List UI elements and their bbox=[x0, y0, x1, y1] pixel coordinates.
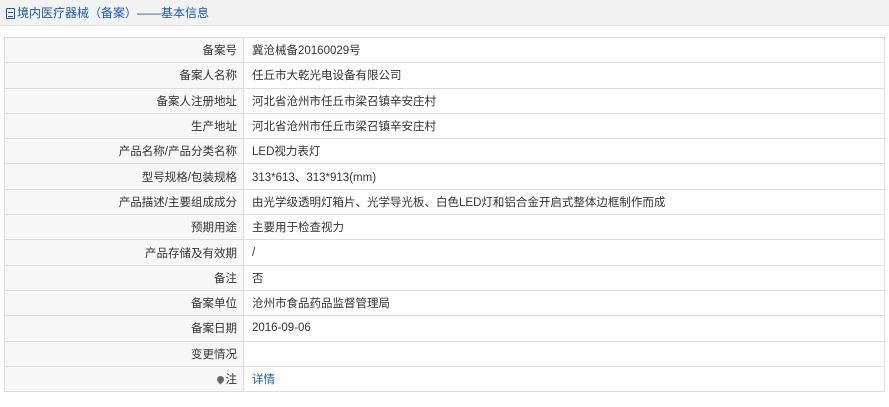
note-label-cell: 注 bbox=[4, 365, 244, 393]
row-label: 备案单位 bbox=[4, 289, 244, 317]
row-label: 产品存储及有效期 bbox=[4, 239, 244, 266]
info-table-container: 备案号 冀沧械备20160029号 备案人名称 任丘市大乾光电设备有限公司 备案… bbox=[4, 36, 885, 393]
table-row: 备案号 冀沧械备20160029号 bbox=[4, 36, 885, 64]
row-label: 预期用途 bbox=[4, 214, 244, 241]
row-value: 2016-09-06 bbox=[243, 315, 885, 342]
table-row: 备案单位 沧州市食品药品监督管理局 bbox=[4, 289, 885, 317]
pin-icon bbox=[215, 374, 225, 385]
row-value: 河北省沧州市任丘市梁召镇辛安庄村 bbox=[243, 87, 885, 114]
row-label: 产品名称/产品分类名称 bbox=[4, 138, 244, 165]
table-row: 变更情况 bbox=[4, 340, 885, 367]
table-row: 预期用途 主要用于检查视力 bbox=[4, 214, 885, 241]
table-row: 产品名称/产品分类名称 LED视力表灯 bbox=[4, 138, 885, 165]
row-label: 备案日期 bbox=[4, 315, 244, 342]
row-value: 主要用于检查视力 bbox=[243, 214, 885, 241]
row-label: 备案人注册地址 bbox=[4, 87, 244, 114]
table-row: 生产地址 河北省沧州市任丘市梁召镇辛安庄村 bbox=[4, 112, 885, 140]
row-value: 沧州市食品药品监督管理局 bbox=[243, 289, 885, 317]
note-label: 注 bbox=[225, 374, 238, 386]
page-title-bar: 境内医疗器械（备案）——基本信息 bbox=[0, 0, 889, 26]
row-label: 备案人名称 bbox=[4, 62, 244, 89]
table-row: 备案人注册地址 河北省沧州市任丘市梁召镇辛安庄村 bbox=[4, 87, 885, 114]
row-label: 备注 bbox=[4, 264, 244, 291]
page-title: 境内医疗器械（备案） bbox=[17, 6, 138, 20]
row-value: 由光学级透明灯箱片、光学导光板、白色LED灯和铝合金开启式整体边框制作而成 bbox=[243, 188, 885, 216]
table-row: 产品存储及有效期 / bbox=[4, 239, 885, 266]
table-row: 备案人名称 任丘市大乾光电设备有限公司 bbox=[4, 62, 885, 89]
row-value: 任丘市大乾光电设备有限公司 bbox=[243, 62, 885, 89]
table-row: 产品描述/主要组成成分 由光学级透明灯箱片、光学导光板、白色LED灯和铝合金开启… bbox=[4, 188, 885, 216]
page-subtitle: ——基本信息 bbox=[137, 6, 210, 20]
row-label: 型号规格/包装规格 bbox=[4, 163, 244, 190]
row-value: / bbox=[243, 239, 885, 266]
note-value-cell: 详情 bbox=[243, 365, 885, 393]
row-label: 产品描述/主要组成成分 bbox=[4, 188, 244, 216]
row-value bbox=[243, 340, 885, 367]
table-row: 型号规格/包装规格 313*613、313*913(mm) bbox=[4, 163, 885, 190]
row-label: 备案号 bbox=[4, 36, 244, 64]
document-icon bbox=[6, 8, 15, 19]
row-value: 冀沧械备20160029号 bbox=[243, 36, 885, 64]
row-label: 生产地址 bbox=[4, 112, 244, 140]
details-link[interactable]: 详情 bbox=[252, 374, 275, 386]
row-value: 否 bbox=[243, 264, 885, 291]
row-value: 313*613、313*913(mm) bbox=[243, 163, 885, 190]
table-row: 备注 否 bbox=[4, 264, 885, 291]
row-label: 变更情况 bbox=[4, 340, 244, 367]
table-row: 备案日期 2016-09-06 bbox=[4, 315, 885, 342]
info-table: 备案号 冀沧械备20160029号 备案人名称 任丘市大乾光电设备有限公司 备案… bbox=[4, 36, 885, 393]
row-value: 河北省沧州市任丘市梁召镇辛安庄村 bbox=[243, 112, 885, 140]
table-row-note: 注 详情 bbox=[4, 365, 885, 393]
row-value: LED视力表灯 bbox=[243, 138, 885, 165]
